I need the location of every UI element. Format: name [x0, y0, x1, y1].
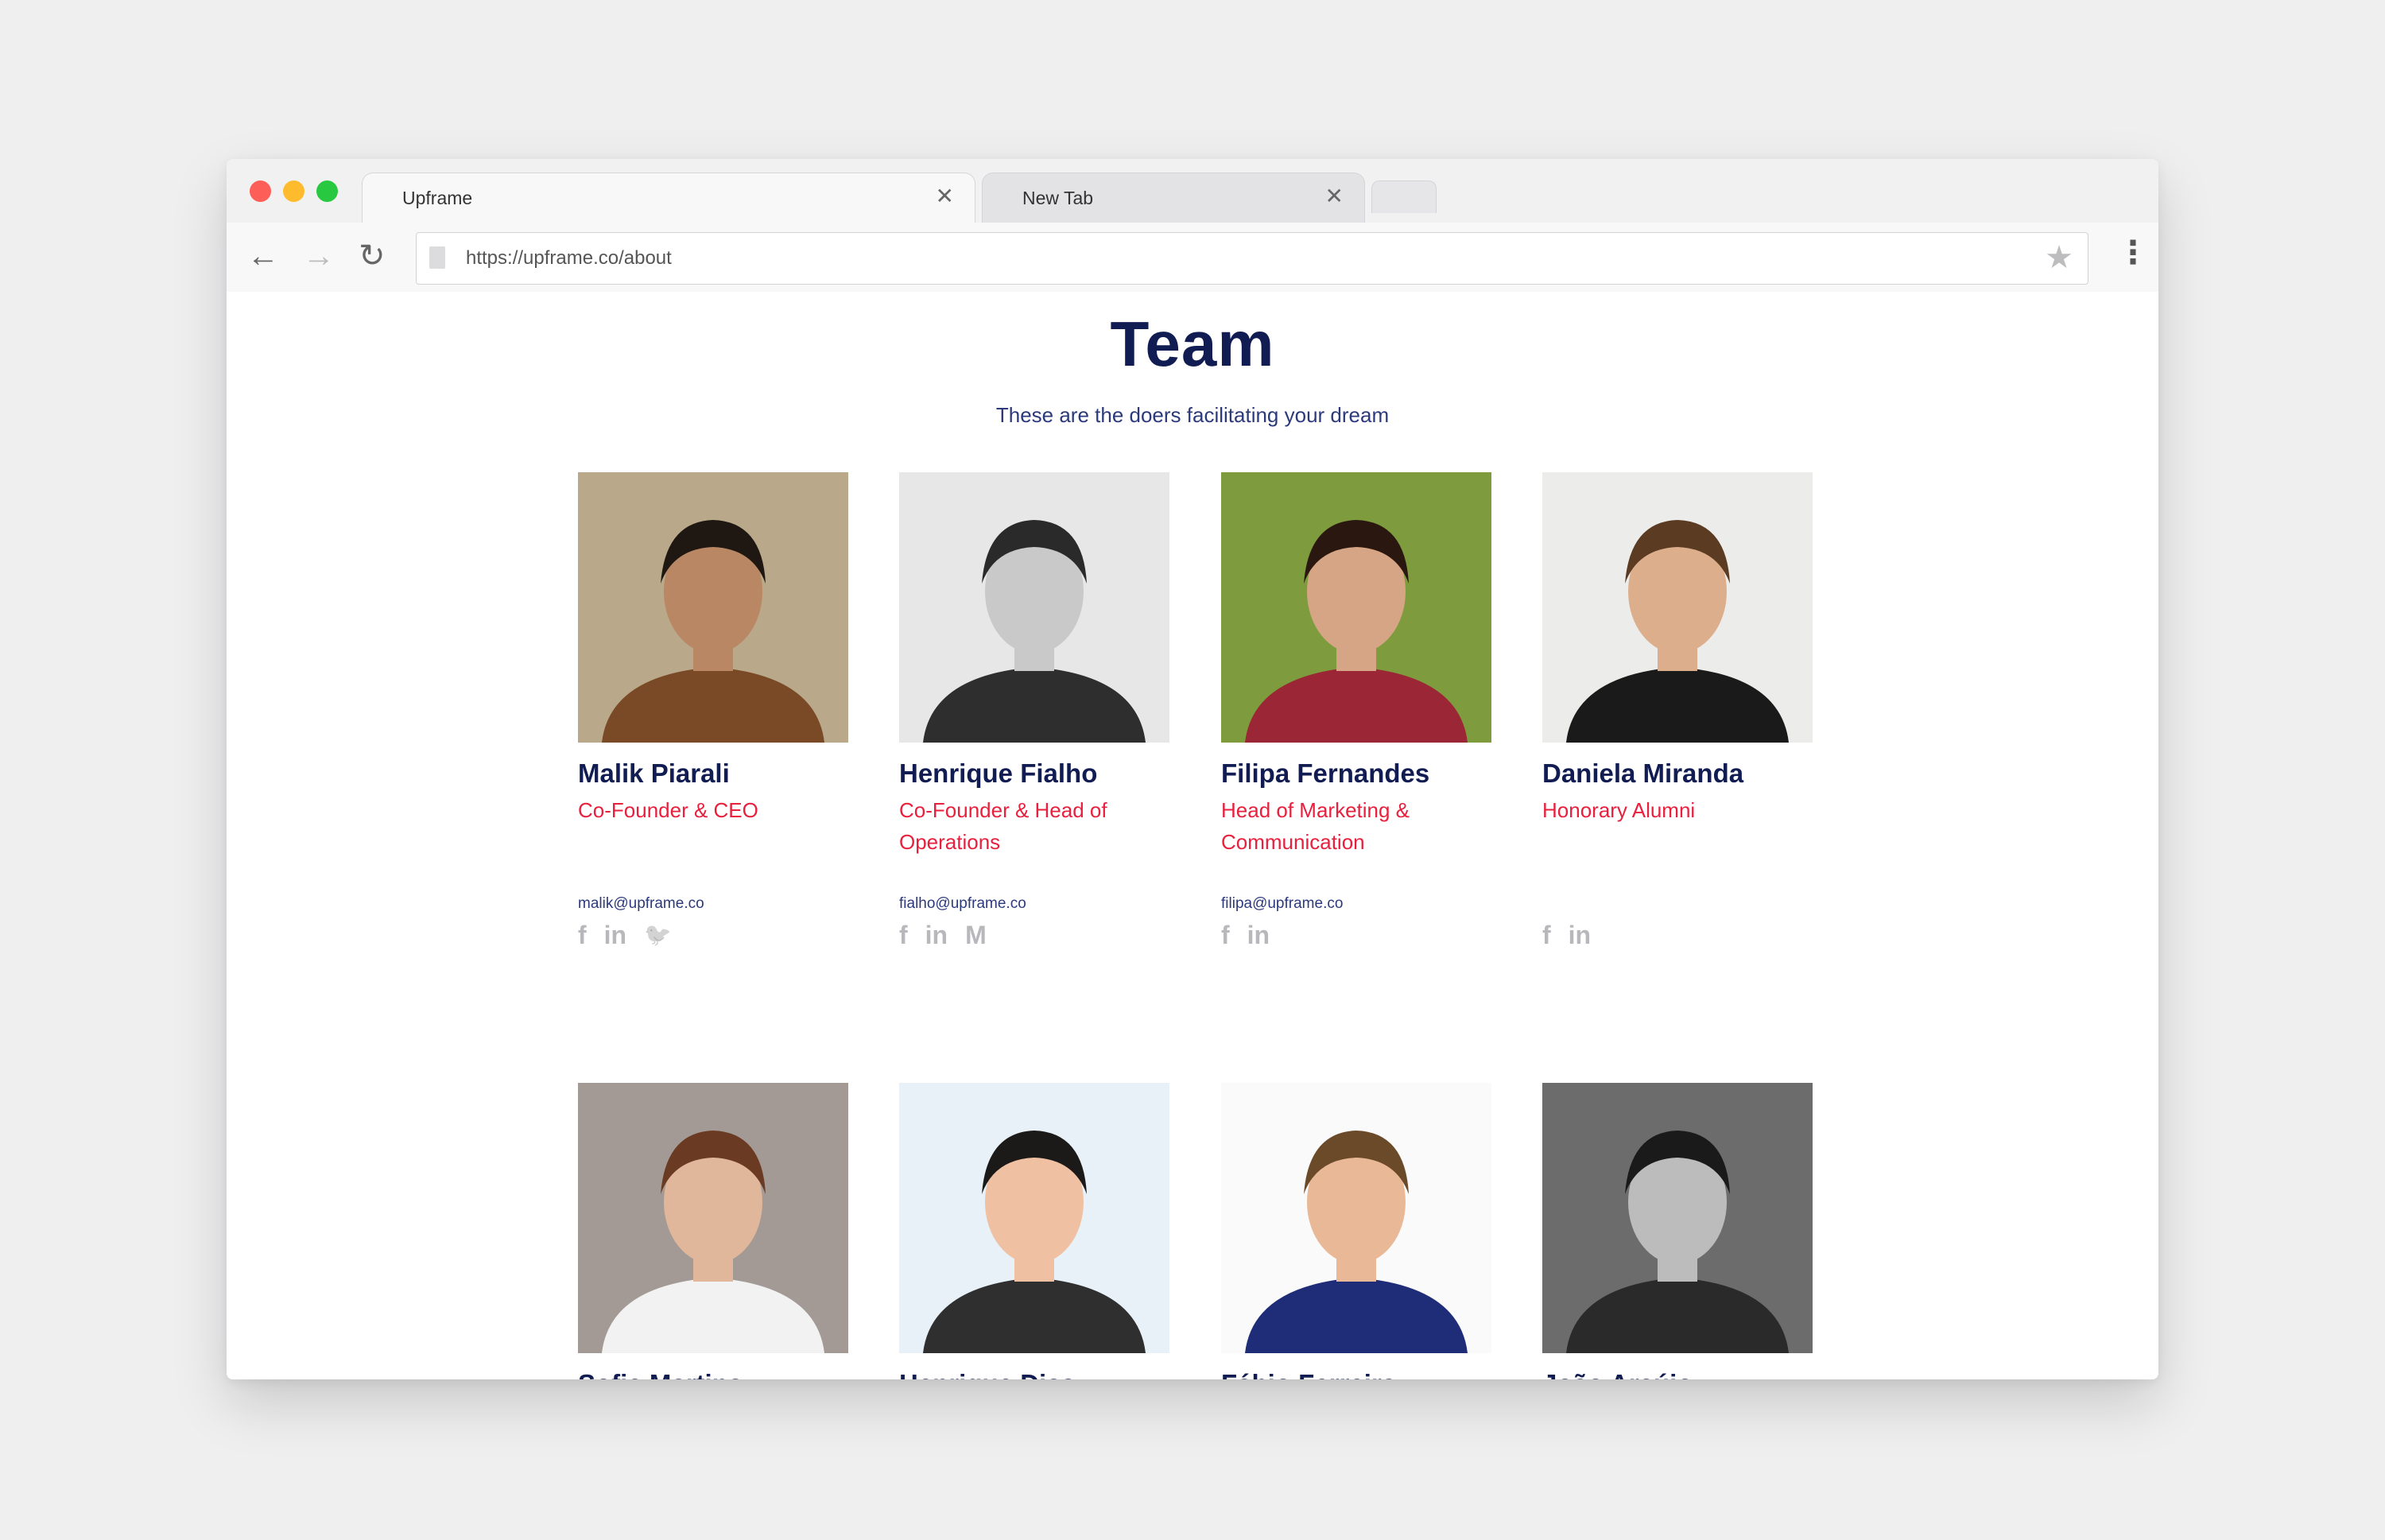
facebook-icon[interactable]: f	[1221, 919, 1230, 951]
forward-arrow-icon[interactable]: →	[303, 240, 335, 272]
member-role: Co-Founder & Head of Operations	[899, 798, 1107, 854]
new-tab-button[interactable]	[1371, 180, 1437, 213]
bookmark-star-icon[interactable]: ★	[2045, 239, 2073, 276]
member-name: Daniela Miranda	[1542, 758, 1744, 788]
member-email[interactable]: filipa@upframe.co	[1221, 895, 1343, 913]
member-role: Co-Founder & CEO	[578, 798, 758, 822]
linkedin-icon[interactable]: in	[925, 919, 948, 951]
member-email[interactable]: malik@upframe.co	[578, 895, 704, 913]
member-email[interactable]: fialho@upframe.co	[899, 895, 1026, 913]
linkedin-icon[interactable]: in	[1247, 919, 1270, 951]
linkedin-icon[interactable]: in	[604, 919, 626, 951]
page-icon	[429, 246, 445, 269]
toolbar: ← → ↻ https://upframe.co/about ★ ⋮	[227, 223, 2158, 292]
page-viewport: Team These are the doers facilitating yo…	[227, 292, 2158, 1379]
tab-upframe[interactable]: Upframe ✕	[362, 173, 975, 223]
team-member-photo	[1221, 472, 1491, 743]
linkedin-icon[interactable]: in	[1569, 919, 1591, 951]
tab-new-tab[interactable]: New Tab ✕	[982, 173, 1365, 223]
team-member-photo	[1542, 472, 1813, 743]
reload-icon[interactable]: ↻	[359, 240, 386, 272]
team-member-photo	[1542, 1083, 1813, 1353]
member-name: João Araújo	[1542, 1369, 1693, 1379]
facebook-icon[interactable]: f	[899, 919, 908, 951]
social-links: f in 🐦	[578, 919, 672, 951]
kebab-menu-icon[interactable]: ⋮	[2117, 237, 2149, 269]
social-links: f in	[1221, 919, 1270, 951]
team-member-photo	[1221, 1083, 1491, 1353]
member-name: Henrique Fialho	[899, 758, 1098, 788]
tab-title: New Tab	[1022, 188, 1094, 208]
back-arrow-icon[interactable]: ←	[247, 240, 279, 272]
social-links: f in	[1542, 919, 1591, 951]
team-member-photo	[578, 472, 848, 743]
team-member-photo	[899, 472, 1169, 743]
minimize-window-button[interactable]	[283, 180, 304, 202]
member-role: Honorary Alumni	[1542, 798, 1696, 822]
member-name: Sofia Martins	[578, 1369, 743, 1379]
member-name: Malik Piarali	[578, 758, 730, 788]
twitter-icon[interactable]: 🐦	[644, 919, 672, 951]
team-member-photo	[899, 1083, 1169, 1353]
member-role: Head of Marketing & Communication	[1221, 798, 1410, 854]
url-text: https://upframe.co/about	[466, 247, 672, 269]
close-icon[interactable]: ✕	[1325, 183, 1344, 209]
social-links: f in M	[899, 919, 987, 951]
facebook-icon[interactable]: f	[1542, 919, 1551, 951]
team-member-photo	[578, 1083, 848, 1353]
member-name: Filipa Fernandes	[1221, 758, 1430, 788]
facebook-icon[interactable]: f	[578, 919, 587, 951]
browser-window: Upframe ✕ New Tab ✕ ← → ↻ https://upfram…	[227, 159, 2158, 1379]
medium-icon[interactable]: M	[965, 919, 987, 951]
address-bar[interactable]: https://upframe.co/about ★	[416, 232, 2088, 285]
page-subtitle: These are the doers facilitating your dr…	[995, 403, 1390, 427]
page-title: Team	[1110, 308, 1275, 379]
maximize-window-button[interactable]	[316, 180, 338, 202]
close-window-button[interactable]	[250, 180, 271, 202]
browser-chrome: Upframe ✕ New Tab ✕ ← → ↻ https://upfram…	[227, 159, 2158, 293]
member-name: Henrique Dias	[899, 1369, 1076, 1379]
tab-title: Upframe	[402, 188, 473, 208]
close-icon[interactable]: ✕	[936, 183, 954, 209]
member-name: Fábio Ferreira	[1221, 1369, 1396, 1379]
